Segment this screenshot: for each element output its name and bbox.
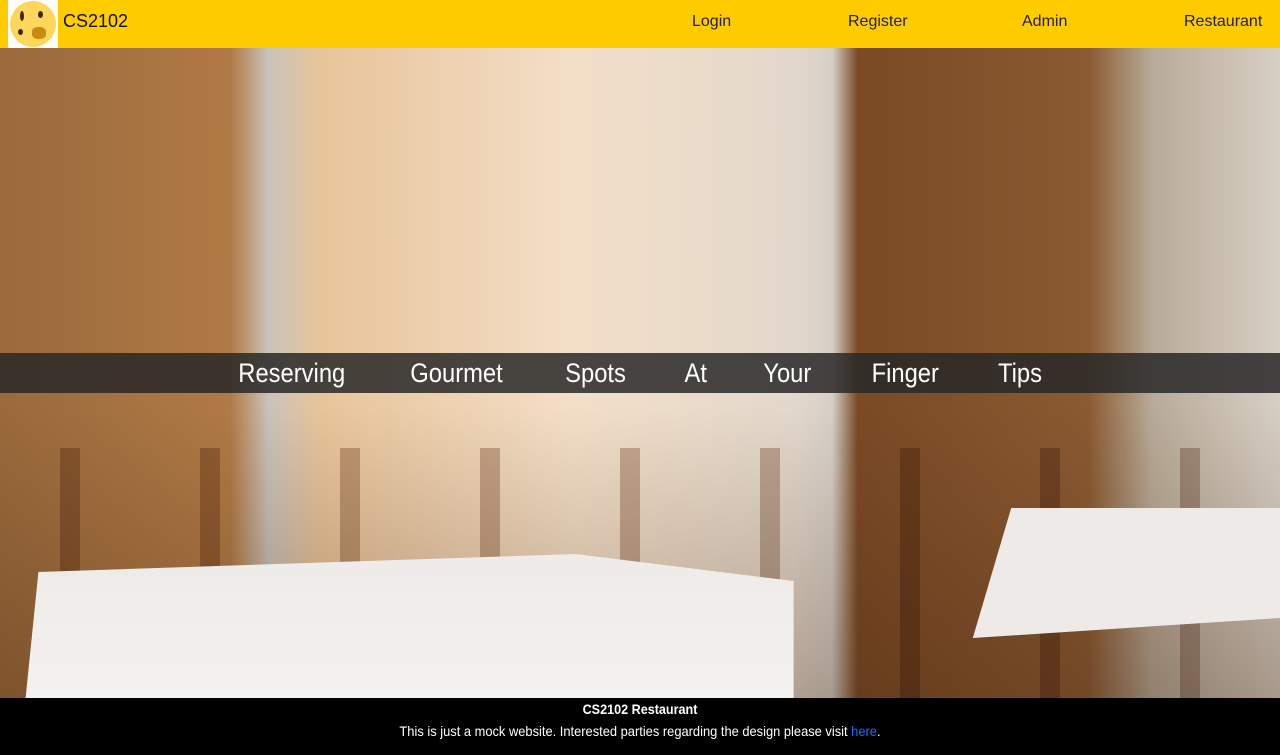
tagline-word: Spots [565,357,627,388]
brand-name[interactable]: CS2102 [63,11,128,32]
tagline-word: Tips [998,357,1043,388]
tagline-word: Reserving [238,357,346,388]
nav-restaurant[interactable]: Restaurant [1184,13,1262,31]
nav-register[interactable]: Register [848,13,908,31]
emoji-logo-icon [10,1,56,47]
nav-login[interactable]: Login [692,13,731,31]
footer-text: This is just a mock website. Interested … [399,723,881,739]
tagline-banner: Reserving Gourmet Spots At Your Finger T… [0,353,1280,393]
tagline-word: Finger [871,357,939,388]
here-link[interactable]: here [851,723,877,739]
navbar: CS2102 Login Register Admin Restaurant [0,0,1280,48]
footer-title: CS2102 Restaurant [582,701,698,717]
tagline-word: Gourmet [410,357,504,388]
tagline-word: At [684,357,707,388]
tagline-word: Your [763,357,812,388]
footer: CS2102 Restaurant This is just a mock we… [0,698,1280,755]
nav-admin[interactable]: Admin [1022,13,1067,31]
logo-link[interactable] [8,0,58,48]
